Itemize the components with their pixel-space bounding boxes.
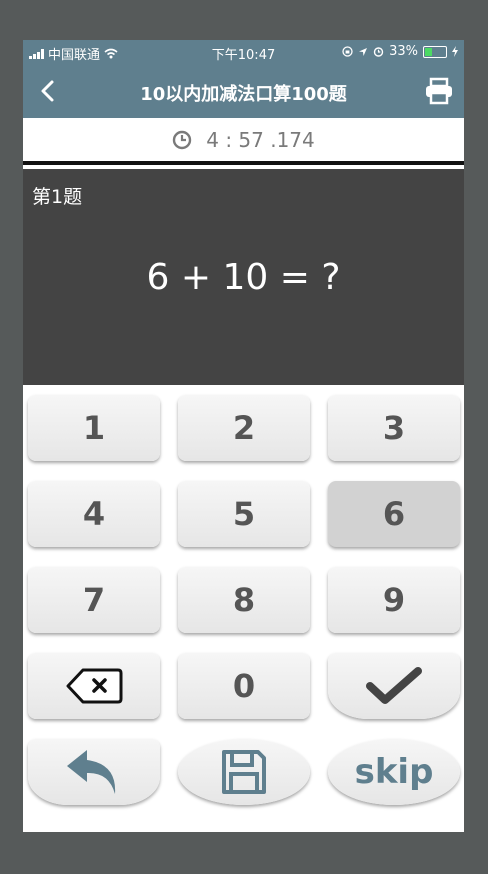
backspace-icon	[66, 668, 123, 704]
alarm-icon	[373, 47, 384, 57]
key-label: 6	[382, 495, 406, 533]
question-number: 第1题	[32, 186, 83, 208]
charging-icon	[452, 46, 458, 57]
status-bar: 中国联通 下午10:47 33%	[23, 40, 464, 64]
clock-icon	[173, 130, 192, 149]
key-label: 4	[82, 495, 106, 533]
battery-icon	[423, 45, 447, 58]
page-title: 10以内加减法口算100题	[140, 84, 347, 105]
status-right: 33%	[342, 44, 458, 59]
question-expression: 6 + 10 = ?	[146, 257, 341, 298]
key-label: 8	[232, 581, 256, 619]
key-label: 5	[232, 495, 256, 533]
key-3[interactable]: 3	[328, 395, 460, 461]
key-2[interactable]: 2	[178, 395, 310, 461]
battery-percent: 33%	[389, 44, 418, 59]
app-screen: 中国联通 下午10:47 33% 10以内加减法口算100题 4: 57 .1…	[23, 40, 464, 832]
question-panel: 第1题 6 + 10 = ?	[23, 169, 464, 385]
skip-label: skip	[354, 752, 434, 792]
undo-button[interactable]	[28, 739, 160, 805]
key-label: 0	[232, 667, 256, 705]
key-0[interactable]: 0	[178, 653, 310, 719]
rotation-lock-icon	[342, 46, 353, 57]
key-1[interactable]: 1	[28, 395, 160, 461]
key-5[interactable]: 5	[178, 481, 310, 547]
key-6[interactable]: 6	[328, 481, 460, 547]
undo-arrow-icon	[67, 750, 116, 794]
printer-icon[interactable]	[424, 76, 454, 106]
number-keypad: 1 2 3 4 5 6 7 8 9 0 skip	[23, 385, 464, 832]
key-7[interactable]: 7	[28, 567, 160, 633]
confirm-button[interactable]	[328, 653, 460, 719]
key-label: 9	[382, 581, 406, 619]
key-label: 2	[232, 409, 256, 447]
key-4[interactable]: 4	[28, 481, 160, 547]
timer-bar: 4 : 57 .174	[23, 118, 464, 165]
key-label: 1	[82, 409, 106, 447]
key-8[interactable]: 8	[178, 567, 310, 633]
save-button[interactable]	[178, 739, 310, 805]
key-label: 3	[382, 409, 406, 447]
key-label: 7	[82, 581, 106, 619]
timer-value: 4 : 57 .174	[206, 127, 315, 152]
navigation-bar: 10以内加减法口算100题	[23, 64, 464, 118]
checkmark-icon	[366, 667, 422, 704]
key-9[interactable]: 9	[328, 567, 460, 633]
floppy-disk-icon	[222, 750, 266, 794]
delete-button[interactable]	[28, 653, 160, 719]
skip-button[interactable]: skip	[328, 739, 460, 805]
location-icon	[359, 47, 368, 56]
